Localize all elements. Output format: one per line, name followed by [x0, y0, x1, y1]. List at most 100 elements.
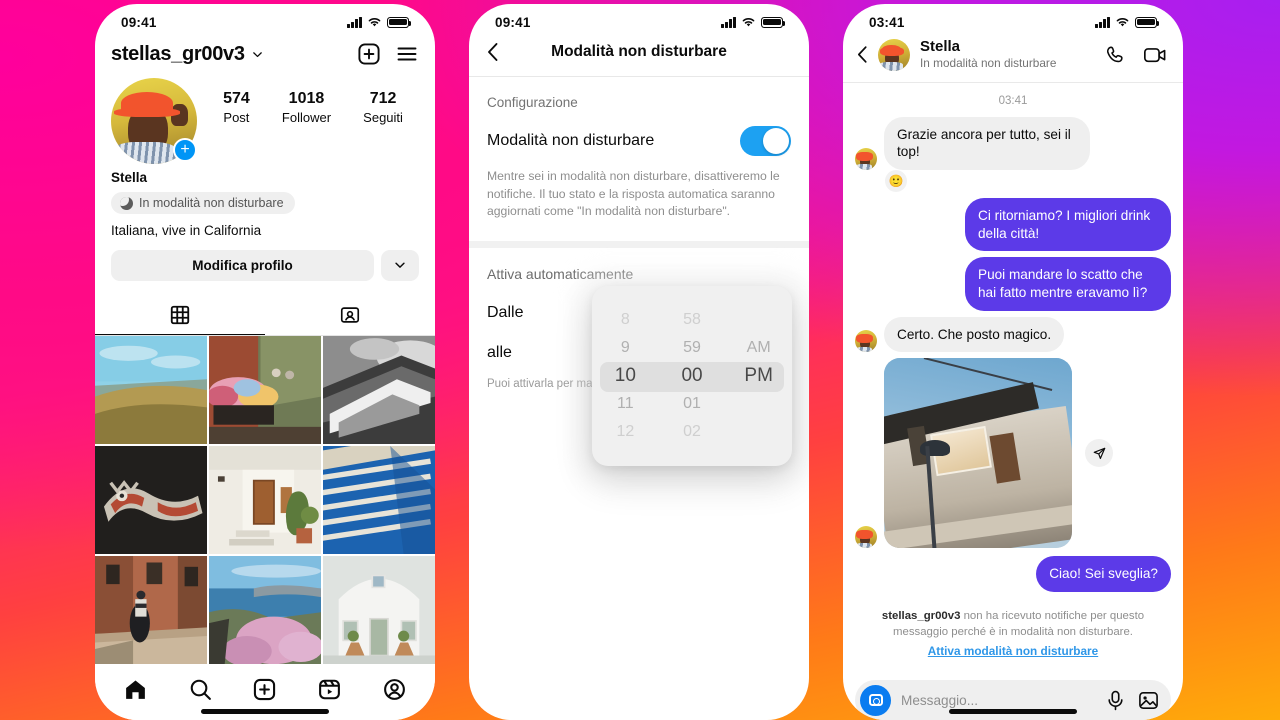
meridiem-option[interactable]: AM [747, 334, 771, 362]
stat-value: 712 [369, 90, 397, 107]
grid-item[interactable] [323, 335, 435, 444]
toggle-knob [763, 128, 789, 154]
message-row-outgoing: Ciao! Sei sveglia? [855, 556, 1171, 592]
chat-avatar[interactable] [878, 38, 910, 71]
reels-icon[interactable] [317, 677, 342, 702]
minute-option[interactable]: 02 [683, 418, 701, 446]
message-bubble[interactable]: Grazie ancora per tutto, sei il top! [884, 116, 1090, 170]
message-avatar [855, 526, 877, 549]
hamburger-menu-icon[interactable] [395, 42, 419, 66]
profile-username[interactable]: stellas_gr00v3 [111, 43, 245, 66]
chat-contact-name[interactable]: Stella [920, 38, 1056, 55]
chat-contact-status: In modalità non disturbare [920, 56, 1057, 71]
message-row-incoming: Grazie ancora per tutto, sei il top! [855, 116, 1171, 170]
message-bubble[interactable]: Ci ritorniamo? I migliori drink della ci… [965, 197, 1171, 252]
grid-item[interactable] [209, 335, 321, 444]
status-icons [1095, 16, 1160, 28]
minute-option[interactable]: 01 [683, 390, 701, 418]
dnd-help-text: Mentre sei in modalità non disturbare, d… [487, 169, 780, 219]
message-reaction[interactable]: 🙂 [885, 169, 907, 192]
profile-description: Italiana, vive in California [111, 222, 262, 238]
home-indicator [949, 709, 1077, 714]
grid-item[interactable] [209, 445, 321, 554]
message-row-incoming: Certo. Che posto magico. [855, 316, 1171, 353]
status-icons [721, 16, 786, 28]
phone-profile: 09:41 stellas_gr00v3 + 574 Post 1018 Fol… [95, 4, 435, 720]
phone-settings: 09:41 Modalità non disturbare Configuraz… [469, 4, 809, 720]
grid-item[interactable] [323, 555, 435, 664]
plus-square-icon[interactable] [357, 42, 381, 66]
minute-option[interactable]: 58 [683, 306, 701, 334]
grid-item[interactable] [95, 335, 207, 444]
minute-option[interactable]: 59 [683, 334, 701, 362]
wifi-icon [1116, 18, 1129, 27]
hour-option[interactable]: 9 [621, 334, 630, 362]
stat-label: Post [223, 110, 250, 125]
profile-circle-icon[interactable] [382, 677, 407, 702]
activate-dnd-link[interactable]: Attiva modalità non disturbare [879, 643, 1147, 660]
grid-item[interactable] [209, 555, 321, 664]
home-icon[interactable] [123, 677, 148, 702]
message-photo[interactable] [884, 358, 1072, 549]
phone-chat: 03:41 Stella In modalità non disturbare [843, 4, 1183, 720]
status-bar-chat: 03:41 [843, 4, 1183, 34]
message-row-outgoing: Puoi mandare lo scatto che hai fatto men… [855, 257, 1171, 311]
profile-actions: Modifica profilo [95, 238, 435, 281]
message-input[interactable]: Messaggio... [901, 693, 1096, 708]
avatar[interactable]: + [111, 78, 197, 164]
profile-bio: Stella In modalità non disturbare Italia… [95, 164, 435, 238]
tagged-person-icon [340, 306, 360, 323]
tab-grid[interactable] [95, 295, 265, 335]
grid-item[interactable] [95, 555, 207, 664]
send-arrow-icon[interactable] [1085, 439, 1113, 468]
message-bubble[interactable]: Ciao! Sei sveglia? [1036, 556, 1171, 592]
chevron-down-icon[interactable] [251, 48, 264, 61]
hour-option[interactable]: 8 [621, 306, 630, 334]
stat-followers[interactable]: 1018 Follower [282, 90, 331, 125]
microphone-icon[interactable] [1106, 690, 1125, 711]
tab-tagged[interactable] [265, 295, 435, 335]
camera-icon[interactable] [860, 684, 891, 716]
profile-tabs [95, 295, 435, 336]
battery-icon [387, 16, 412, 28]
status-badge[interactable]: In modalità non disturbare [111, 192, 295, 214]
moon-icon [120, 196, 133, 210]
status-badge-label: In modalità non disturbare [139, 196, 284, 210]
system-note-username: stellas_gr00v3 [881, 609, 961, 622]
stat-value: 574 [223, 90, 250, 107]
stat-label: Follower [281, 110, 332, 125]
section-label-configurazione: Configurazione [487, 95, 578, 110]
video-camera-icon[interactable] [1143, 44, 1167, 66]
avatar-add-badge[interactable]: + [173, 138, 197, 162]
dnd-toggle-label: Modalità non disturbare [487, 132, 655, 149]
message-bubble[interactable]: Certo. Che posto magico. [884, 316, 1065, 353]
chevron-down-icon [395, 262, 405, 268]
grid-icon [170, 305, 190, 324]
message-row-photo [855, 358, 1171, 549]
hour-option[interactable]: 11 [617, 390, 634, 418]
message-bubble[interactable]: Puoi mandare lo scatto che hai fatto men… [965, 257, 1171, 311]
section-divider [469, 241, 809, 249]
phone-call-icon[interactable] [1105, 44, 1127, 66]
back-chevron-icon[interactable] [487, 42, 499, 62]
profile-header: stellas_gr00v3 [95, 34, 435, 76]
profile-more-button[interactable] [381, 249, 419, 281]
stat-following[interactable]: 712 Seguiti [363, 90, 403, 125]
back-chevron-icon[interactable] [857, 45, 868, 64]
status-time: 03:41 [869, 14, 905, 30]
time-picker[interactable]: 8 9 10 11 12 58 59 00 01 02 AM PM [592, 286, 792, 466]
system-note: stellas_gr00v3 non ha ricevuto notifiche… [855, 598, 1171, 660]
profile-stats-section: + 574 Post 1018 Follower 712 Seguiti [95, 76, 435, 164]
photo-grid [95, 335, 435, 664]
status-bar-settings: 09:41 [469, 4, 809, 34]
edit-profile-button[interactable]: Modifica profilo [111, 249, 374, 281]
dnd-toggle[interactable] [740, 126, 791, 156]
grid-item[interactable] [323, 445, 435, 554]
plus-square-icon[interactable] [252, 677, 277, 702]
search-icon[interactable] [188, 677, 213, 702]
grid-item[interactable] [95, 445, 207, 554]
stat-posts[interactable]: 574 Post [223, 90, 250, 125]
hour-option[interactable]: 12 [616, 418, 634, 446]
chat-thread: 03:41 Grazie ancora per tutto, sei il to… [843, 83, 1183, 670]
image-gallery-icon[interactable] [1138, 690, 1159, 711]
